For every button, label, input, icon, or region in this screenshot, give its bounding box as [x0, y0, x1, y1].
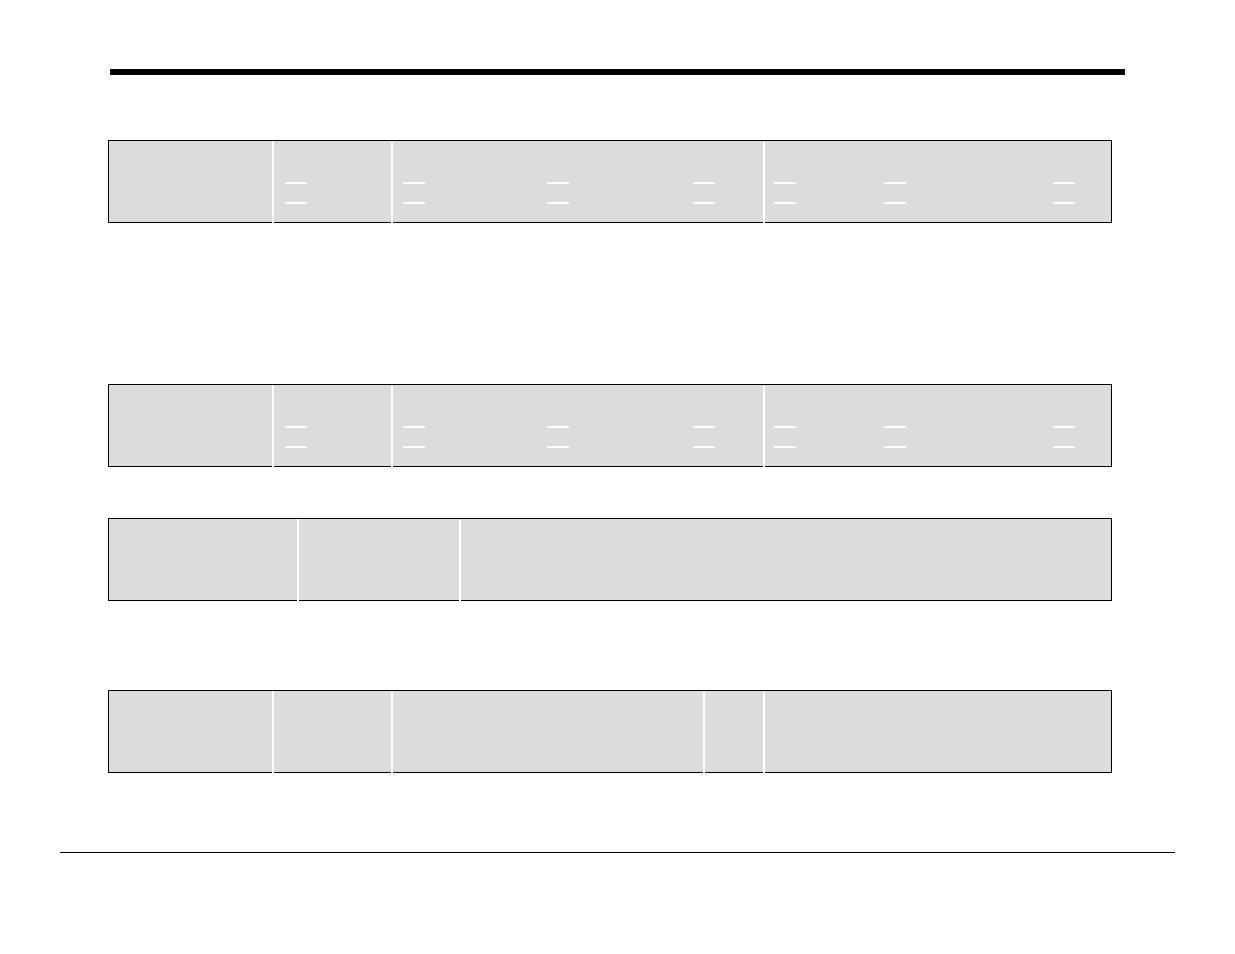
separator	[547, 426, 569, 428]
separator	[403, 426, 425, 428]
separator	[774, 426, 796, 428]
separator	[693, 182, 715, 184]
separator	[763, 692, 765, 774]
separator	[884, 446, 906, 448]
separator	[403, 202, 425, 204]
separator	[774, 446, 796, 448]
separator	[774, 202, 796, 204]
separator	[547, 202, 569, 204]
separator	[547, 182, 569, 184]
separator	[884, 426, 906, 428]
separator	[703, 692, 705, 774]
separator	[763, 142, 765, 224]
separator	[391, 386, 393, 468]
bottom-rule	[60, 852, 1175, 853]
separator	[297, 519, 299, 602]
separator	[285, 446, 307, 448]
separator	[1053, 446, 1075, 448]
separator	[403, 446, 425, 448]
separator	[272, 141, 274, 224]
separator	[272, 385, 274, 468]
separator	[272, 691, 274, 774]
separator	[1053, 426, 1075, 428]
separator	[547, 446, 569, 448]
separator	[693, 202, 715, 204]
separator	[774, 182, 796, 184]
separator	[403, 182, 425, 184]
separator	[391, 692, 393, 774]
separator	[1053, 202, 1075, 204]
block-2	[108, 384, 1112, 467]
separator	[884, 202, 906, 204]
top-rule	[110, 69, 1125, 75]
separator	[285, 202, 307, 204]
separator	[884, 182, 906, 184]
separator	[693, 446, 715, 448]
page	[0, 0, 1235, 954]
separator	[693, 426, 715, 428]
separator	[763, 386, 765, 468]
separator	[391, 142, 393, 224]
separator	[285, 426, 307, 428]
separator	[1053, 182, 1075, 184]
separator	[459, 520, 461, 602]
separator	[285, 182, 307, 184]
block-3	[108, 518, 1112, 601]
block-1	[108, 140, 1112, 223]
block-4	[108, 690, 1112, 773]
